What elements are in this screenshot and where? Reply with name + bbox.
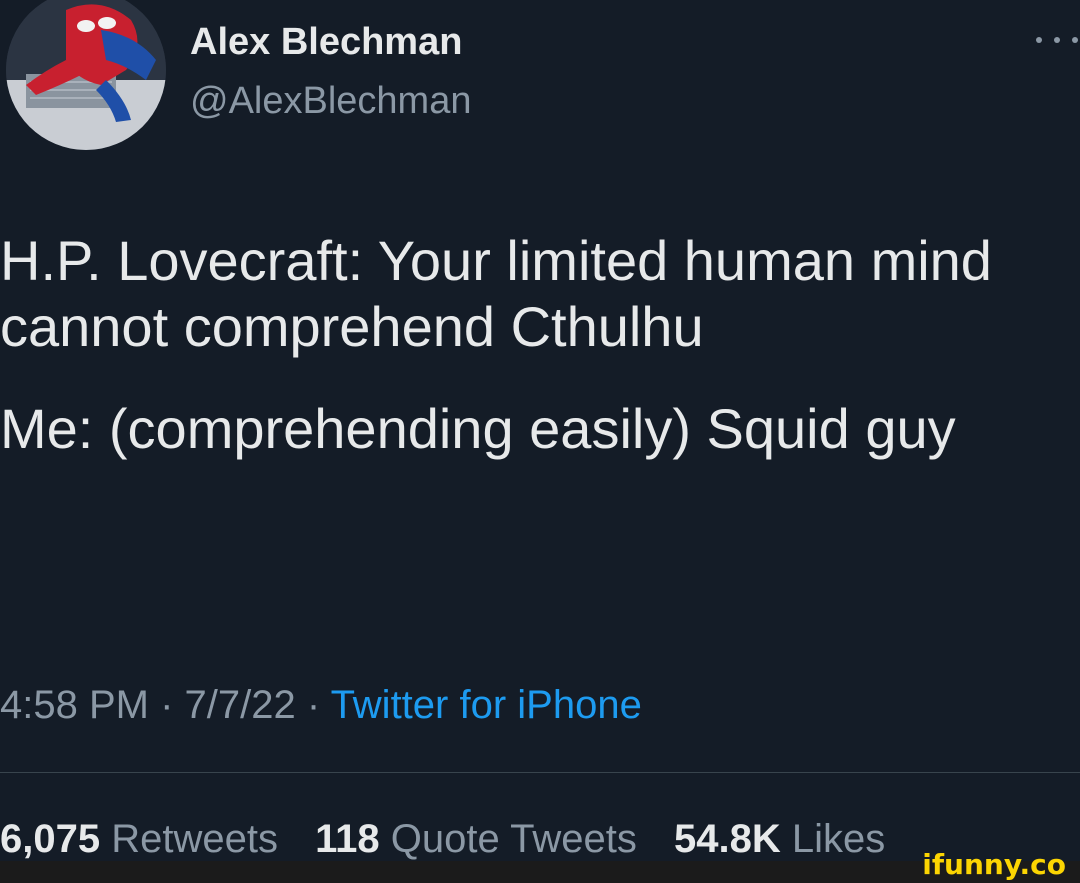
retweets-count[interactable]: 6,075 xyxy=(0,817,100,861)
tweet-date[interactable]: 7/7/22 xyxy=(185,683,296,727)
more-dot xyxy=(1072,37,1078,43)
ifunny-watermark: ifunny.co xyxy=(922,848,1066,881)
retweets-label[interactable]: Retweets xyxy=(111,817,278,861)
tweet-metadata: 4:58 PM · 7/7/22 · Twitter for iPhone xyxy=(0,683,642,728)
tweet-source-link[interactable]: Twitter for iPhone xyxy=(331,683,642,727)
quote-tweets-label[interactable]: Quote Tweets xyxy=(391,817,637,861)
separator: · xyxy=(295,683,331,727)
divider xyxy=(0,772,1080,773)
more-options-icon[interactable] xyxy=(1036,30,1078,50)
tweet-text-line: H.P. Lovecraft: Your limited human mind … xyxy=(0,229,1008,358)
tweet-stats: 6,075 Retweets 118 Quote Tweets 54.8K Li… xyxy=(0,817,885,862)
tweet-time[interactable]: 4:58 PM xyxy=(0,683,149,727)
more-dot xyxy=(1036,37,1042,43)
avatar[interactable] xyxy=(6,0,166,150)
likes-count[interactable]: 54.8K xyxy=(674,817,781,861)
separator: · xyxy=(148,683,185,727)
quote-tweets-count[interactable]: 118 xyxy=(315,817,380,861)
author-name[interactable]: Alex Blechman xyxy=(190,21,462,64)
tweet-text-line: Me: (comprehending easily) Squid guy xyxy=(0,397,956,460)
spider-man-avatar-icon xyxy=(6,0,166,150)
watermark-strip xyxy=(0,861,1080,883)
author-handle[interactable]: @AlexBlechman xyxy=(190,80,471,123)
likes-label[interactable]: Likes xyxy=(792,817,885,861)
more-dot xyxy=(1054,37,1060,43)
tweet-text: H.P. Lovecraft: Your limited human mind … xyxy=(0,228,1070,498)
